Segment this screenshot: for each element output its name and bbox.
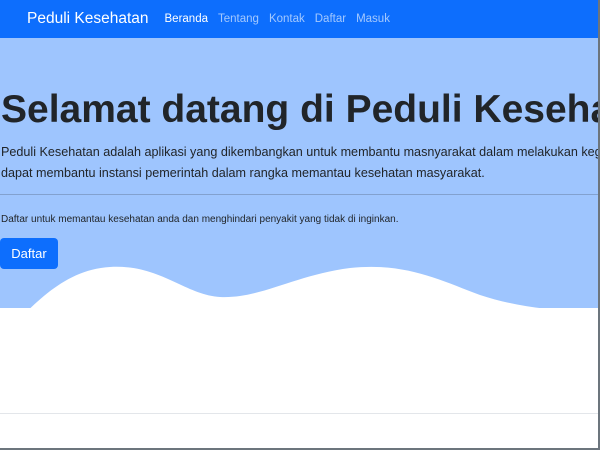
page: Peduli Kesehatan Beranda Tentang Kontak … [0, 0, 600, 450]
navbar: Peduli Kesehatan Beranda Tentang Kontak … [0, 0, 600, 38]
hero-divider [0, 194, 600, 195]
hero-lead-line-1: Peduli Kesehatan adalah aplikasi yang di… [1, 145, 600, 159]
navbar-brand[interactable]: Peduli Kesehatan [27, 10, 149, 28]
wave-divider [0, 266, 600, 350]
footer-divider [0, 413, 600, 414]
nav-link-masuk[interactable]: Masuk [356, 13, 390, 25]
hero-lead-line-2: dapat membantu instansi pemerintah dalam… [1, 166, 485, 180]
wave-shape [0, 266, 600, 350]
nav-link-daftar[interactable]: Daftar [315, 13, 346, 25]
hero-subtext: Daftar untuk memantau kesehatan anda dan… [1, 214, 399, 225]
hero-lead: Peduli Kesehatan adalah aplikasi yang di… [1, 142, 600, 184]
hero-title: Selamat datang di Peduli Kesehatan [1, 88, 600, 131]
nav-link-beranda[interactable]: Beranda [165, 13, 208, 25]
nav-link-tentang[interactable]: Tentang [218, 13, 259, 25]
nav-link-kontak[interactable]: Kontak [269, 13, 305, 25]
